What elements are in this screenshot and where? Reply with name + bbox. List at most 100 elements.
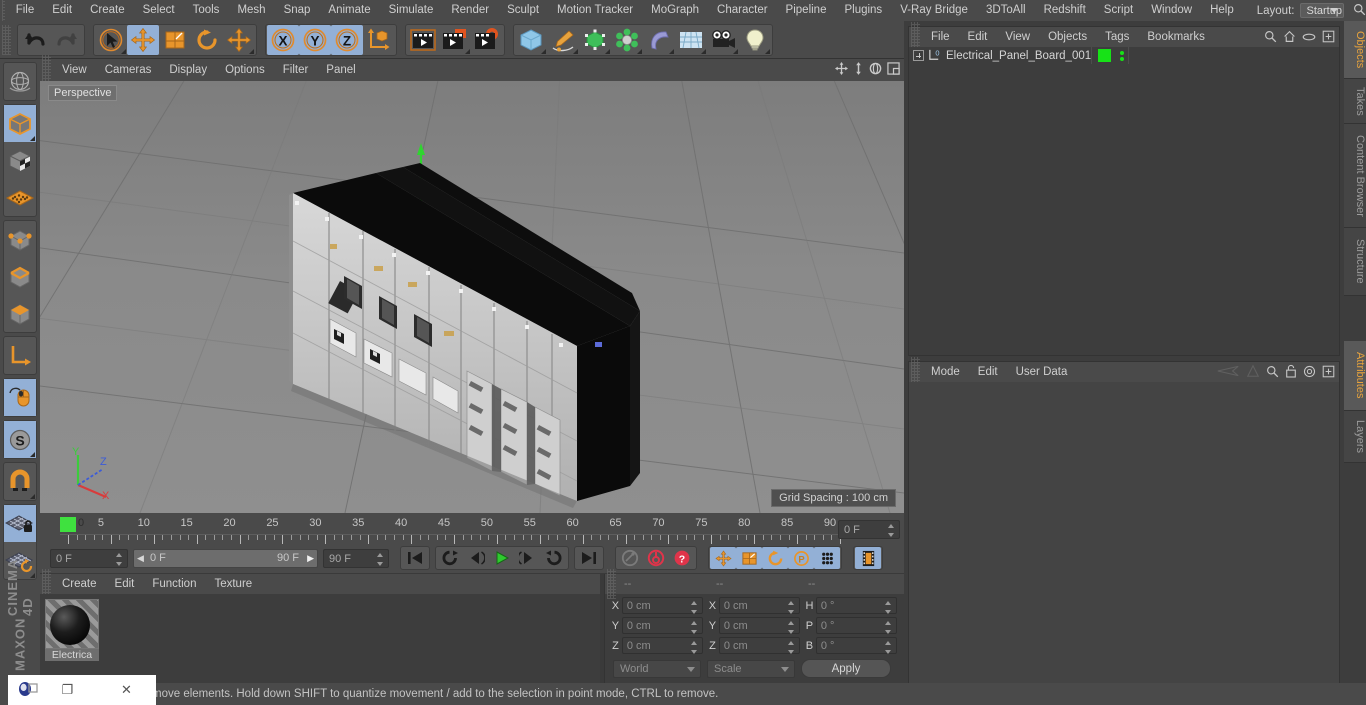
maximize-view-icon[interactable]: [887, 62, 900, 78]
object-manager-body[interactable]: 0 Electrical_Panel_Board_001: [909, 47, 1339, 355]
fit-icon[interactable]: [1322, 365, 1335, 381]
play-forward-button[interactable]: [489, 547, 515, 569]
lock-y-axis-button[interactable]: Y: [299, 24, 331, 55]
timeline-ruler[interactable]: 0 5 10 15 20 25 30 35 40 45 50 55 60 65 70 75 80 85 90: [50, 515, 880, 544]
range-left-arrow-icon[interactable]: ◀: [137, 553, 144, 564]
workplane-lock-button[interactable]: [4, 505, 36, 542]
menu-help[interactable]: Help: [1201, 0, 1243, 21]
world-object-axis-button[interactable]: [363, 25, 395, 55]
play-forward-loop-button[interactable]: [541, 547, 567, 569]
menu-mesh[interactable]: Mesh: [228, 0, 274, 21]
key-parameter-button[interactable]: P: [788, 547, 814, 569]
go-to-start-button[interactable]: [402, 547, 428, 569]
ellipse-icon[interactable]: [1302, 31, 1316, 45]
spinner-icon[interactable]: [116, 552, 123, 566]
menu-snap[interactable]: Snap: [275, 0, 320, 21]
spinner-icon[interactable]: [691, 621, 698, 634]
record-active-objects-button[interactable]: [643, 547, 669, 569]
rotation-b-input[interactable]: 0 °: [815, 637, 897, 654]
workplane-mode-button[interactable]: [4, 179, 36, 216]
live-selection-button[interactable]: [95, 25, 127, 55]
viewport-menu-panel[interactable]: Panel: [317, 60, 364, 81]
material-item[interactable]: Electrica: [45, 599, 99, 661]
viewport-menu-display[interactable]: Display: [160, 60, 216, 81]
spinner-icon[interactable]: [788, 601, 795, 614]
menu-create[interactable]: Create: [81, 0, 134, 21]
viewport-menu-view[interactable]: View: [53, 60, 96, 81]
rotation-h-input[interactable]: 0 °: [815, 597, 897, 614]
spinner-icon[interactable]: [788, 641, 795, 654]
move-duplicate-button[interactable]: [223, 25, 255, 55]
menu-motion-tracker[interactable]: Motion Tracker: [548, 0, 642, 21]
spline-pen-button[interactable]: [547, 25, 579, 55]
spinner-icon[interactable]: [377, 552, 384, 566]
object-menu-bookmarks[interactable]: Bookmarks: [1138, 27, 1214, 48]
tab-layers[interactable]: Layers: [1344, 411, 1366, 463]
viewport-menu-options[interactable]: Options: [216, 60, 274, 81]
search-icon[interactable]: [1264, 30, 1277, 46]
key-rotation-button[interactable]: [762, 547, 788, 569]
toolbar-grip[interactable]: [2, 24, 11, 55]
undo-view-button[interactable]: [4, 63, 36, 100]
apply-button[interactable]: Apply: [801, 659, 891, 678]
soft-selection-button[interactable]: S: [4, 421, 36, 458]
coordinates-grip[interactable]: [607, 569, 616, 599]
visibility-dot-editor[interactable]: [1120, 50, 1125, 55]
menu-script[interactable]: Script: [1095, 0, 1142, 21]
target-icon[interactable]: [1303, 365, 1316, 381]
cube-primitive-button[interactable]: [515, 25, 547, 55]
tab-attributes[interactable]: Attributes: [1344, 341, 1366, 411]
timeline-button[interactable]: [855, 547, 881, 569]
menu-render[interactable]: Render: [442, 0, 498, 21]
visibility-dot-render[interactable]: [1120, 56, 1125, 61]
viewport-canvas[interactable]: Perspective Grid Spacing : 100 cm Y X Z: [40, 81, 904, 513]
lock-icon[interactable]: [1285, 364, 1297, 381]
object-visibility-dots[interactable]: [1116, 47, 1128, 64]
light-button[interactable]: [739, 25, 771, 55]
camera-button[interactable]: [707, 25, 739, 55]
generator-button[interactable]: [579, 25, 611, 55]
object-menu-edit[interactable]: Edit: [959, 27, 997, 48]
keyframe-selection-button[interactable]: ?: [669, 547, 695, 569]
key-point-level-button[interactable]: [814, 547, 840, 569]
menu-character[interactable]: Character: [708, 0, 777, 21]
move-tool-button[interactable]: [127, 24, 159, 55]
play-backwards-loop-button[interactable]: [437, 547, 463, 569]
spinner-icon[interactable]: [885, 621, 892, 634]
polygons-mode-button[interactable]: [4, 295, 36, 332]
material-menu-edit[interactable]: Edit: [106, 574, 144, 595]
max-frame-field[interactable]: 90 F: [323, 548, 389, 568]
render-view-button[interactable]: [407, 25, 439, 55]
viewport-menu-cameras[interactable]: Cameras: [96, 60, 161, 81]
restore-button[interactable]: ❐: [38, 682, 97, 698]
points-mode-button[interactable]: [4, 221, 36, 258]
edges-mode-button[interactable]: [4, 258, 36, 295]
tab-structure[interactable]: Structure: [1344, 228, 1366, 296]
viewport-solo-button[interactable]: [4, 379, 36, 416]
current-frame-field[interactable]: 0 F: [50, 548, 128, 568]
range-right-arrow-icon[interactable]: ▶: [307, 553, 314, 564]
close-button[interactable]: ✕: [97, 682, 156, 698]
attribute-menu-user-data[interactable]: User Data: [1007, 362, 1077, 383]
spinner-icon[interactable]: [888, 524, 895, 537]
end-frame-field[interactable]: 0 F: [838, 520, 900, 539]
back-history-icon[interactable]: [1216, 364, 1240, 381]
axis-modify-button[interactable]: [4, 337, 36, 374]
menu-file[interactable]: File: [7, 0, 44, 21]
material-thumbnail[interactable]: [45, 599, 99, 649]
tab-takes[interactable]: Takes: [1344, 79, 1366, 124]
attribute-menu-edit[interactable]: Edit: [969, 362, 1007, 383]
menu-redshift[interactable]: Redshift: [1035, 0, 1095, 21]
scale-tool-button[interactable]: [159, 25, 191, 55]
menu-select[interactable]: Select: [134, 0, 184, 21]
size-y-input[interactable]: 0 cm: [718, 617, 800, 634]
step-back-button[interactable]: [463, 547, 489, 569]
material-menu-function[interactable]: Function: [143, 574, 205, 595]
tab-content-browser[interactable]: Content Browser: [1344, 124, 1366, 228]
menu-edit[interactable]: Edit: [43, 0, 81, 21]
floor-environment-button[interactable]: [675, 25, 707, 55]
menu-animate[interactable]: Animate: [319, 0, 379, 21]
object-menu-file[interactable]: File: [922, 27, 959, 48]
material-menu-texture[interactable]: Texture: [205, 574, 261, 595]
lock-x-axis-button[interactable]: X: [267, 24, 299, 55]
